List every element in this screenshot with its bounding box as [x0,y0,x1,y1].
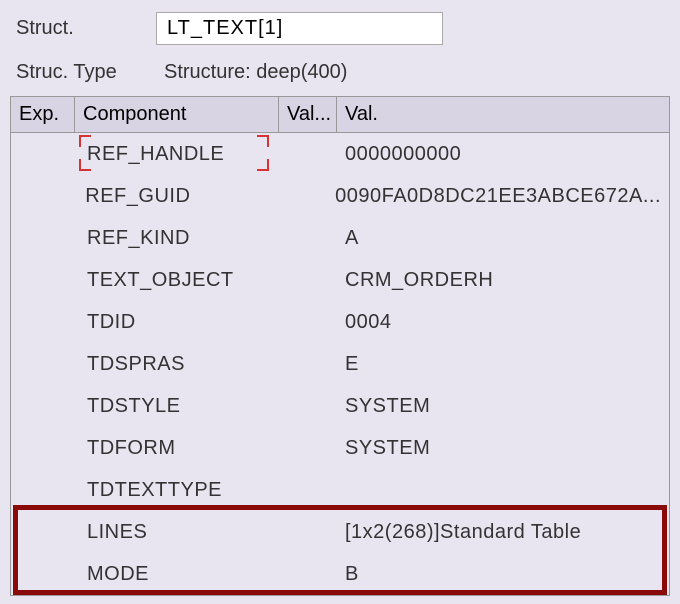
table-row[interactable]: TDTEXTTYPE [11,469,669,511]
col-header-val1[interactable]: Val... [279,97,337,132]
cell-val2: E [337,347,669,382]
debugger-panel: Struct. Struc. Type Structure: deep(400)… [0,0,680,604]
cell-exp [11,274,75,286]
cell-val1 [279,274,337,286]
cell-exp [11,148,75,160]
cell-component: TDFORM [75,431,279,466]
cell-val1 [279,358,337,370]
table-row[interactable]: TDSTYLE SYSTEM [11,385,669,427]
cell-exp [11,568,75,580]
cell-exp [11,358,75,370]
cell-exp [11,442,75,454]
col-header-exp[interactable]: Exp. [11,97,75,132]
cell-val1 [279,526,337,538]
cell-component: TDSTYLE [75,389,279,424]
struc-type-row: Struc. Type Structure: deep(400) [10,57,670,88]
cell-val2 [337,484,669,496]
cell-val2: 0000000000 [337,137,669,172]
cell-val2: CRM_ORDERH [337,263,669,298]
cell-val1 [279,442,337,454]
cell-component: LINES [75,515,279,550]
cell-exp [11,400,75,412]
cell-component: REF_KIND [75,221,279,256]
cell-val1 [279,232,337,244]
table-row[interactable]: REF_GUID 0090FA0D8DC21EE3ABCE672A... [11,175,669,217]
struct-label: Struct. [16,17,156,40]
cell-val2: 0004 [337,305,669,340]
table-body: REF_HANDLE 0000000000 REF_GUID 0090FA0D8… [11,133,669,595]
cell-component: TDID [75,305,279,340]
cell-val2: [1x2(268)]Standard Table [337,515,669,550]
cell-val2: SYSTEM [337,389,669,424]
cell-val1 [279,148,337,160]
table-row[interactable]: TDID 0004 [11,301,669,343]
cell-component: TDSPRAS [75,347,279,382]
table-row[interactable]: TEXT_OBJECT CRM_ORDERH [11,259,669,301]
struc-type-value: Structure: deep(400) [164,61,347,84]
cell-val2: SYSTEM [337,431,669,466]
cell-exp [11,316,75,328]
structure-table: Exp. Component Val... Val. REF_HANDLE 00… [10,96,670,596]
col-header-val2[interactable]: Val. [337,97,669,132]
cell-val2: B [337,557,669,592]
cell-component: REF_HANDLE [75,137,279,172]
cell-val1 [279,484,337,496]
table-row[interactable]: TDSPRAS E [11,343,669,385]
table-row[interactable]: LINES [1x2(268)]Standard Table [11,511,669,553]
cell-val2: A [337,221,669,256]
table-row[interactable]: REF_KIND A [11,217,669,259]
struct-row: Struct. [10,8,670,49]
cell-exp [11,232,75,244]
cell-exp [11,190,73,202]
cell-val1 [279,316,337,328]
cell-val1 [279,400,337,412]
table-header: Exp. Component Val... Val. [11,97,669,133]
struc-type-label: Struc. Type [16,61,156,84]
cell-val1 [271,190,327,202]
cell-component: REF_GUID [73,179,270,214]
col-header-component[interactable]: Component [75,97,279,132]
struct-input[interactable] [156,12,443,45]
table-row[interactable]: TDFORM SYSTEM [11,427,669,469]
cell-component: MODE [75,557,279,592]
table-row[interactable]: MODE B [11,553,669,595]
cell-component: TEXT_OBJECT [75,263,279,298]
cell-val2: 0090FA0D8DC21EE3ABCE672A... [327,179,669,214]
cell-val1 [279,568,337,580]
cell-exp [11,526,75,538]
cell-exp [11,484,75,496]
table-row[interactable]: REF_HANDLE 0000000000 [11,133,669,175]
cell-component: TDTEXTTYPE [75,473,279,508]
